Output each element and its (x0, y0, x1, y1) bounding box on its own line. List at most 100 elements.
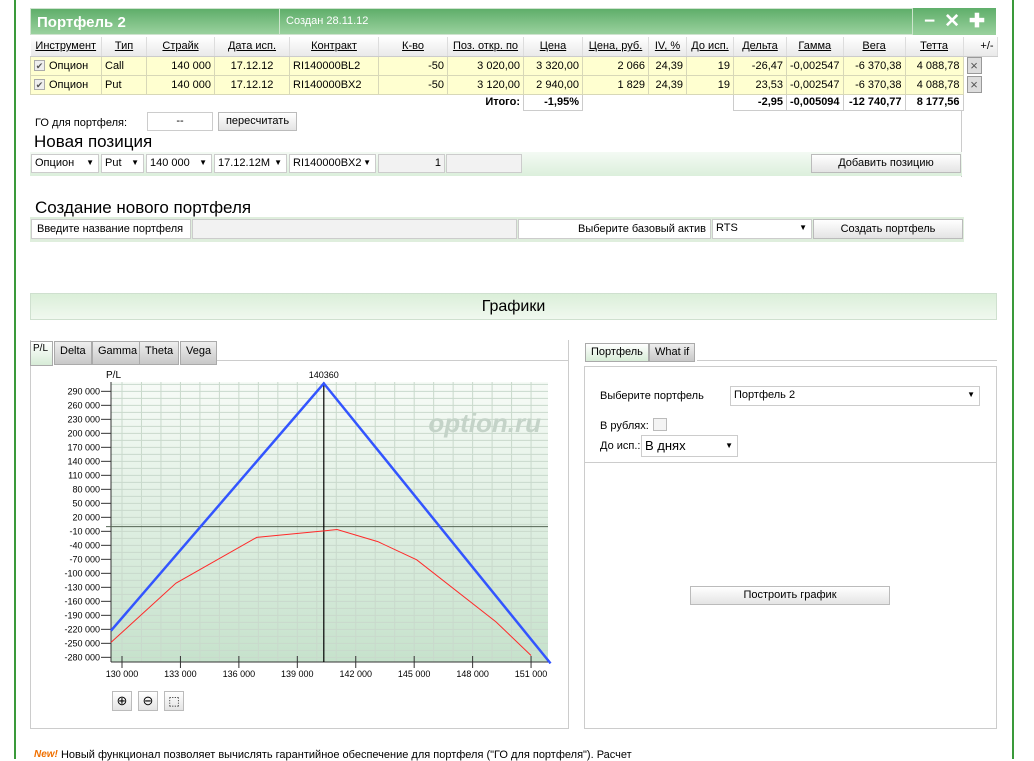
y-tick-label: -70 000 (69, 554, 100, 564)
col-qty[interactable]: К-во (378, 37, 448, 57)
tab-what-if[interactable]: What if (649, 343, 696, 362)
table-header: Инструмент Тип Страйк Дата исп. Контракт… (30, 37, 998, 57)
zoom-reset-icon[interactable]: ⬚ (164, 691, 184, 711)
cell-instrument: Опцион (49, 59, 89, 72)
tab-portfolio[interactable]: Портфель (585, 343, 649, 362)
cell-delta: 23,53 (733, 74, 787, 95)
cell-qty[interactable]: -50 (378, 74, 448, 95)
strike-select[interactable]: 140 000 ▼ (146, 154, 212, 173)
y-tick-label: -220 000 (64, 624, 100, 634)
cell-open[interactable]: 3 120,00 (447, 74, 524, 95)
build-chart-button[interactable]: Построить график (690, 586, 890, 605)
remove-row-icon[interactable]: × (966, 76, 982, 93)
y-tick-label: 200 000 (67, 428, 100, 438)
recalc-button[interactable]: пересчитать (218, 112, 297, 131)
positions-table: Инструмент Тип Страйк Дата исп. Контракт… (30, 37, 998, 111)
portfolio-select[interactable]: Портфель 2 ▼ (730, 386, 980, 406)
portfolio-name-input[interactable] (192, 219, 517, 239)
rub-label: В рублях: (600, 420, 649, 432)
page-border-right (1012, 0, 1014, 759)
y-tick-label: 260 000 (67, 400, 100, 410)
cell-strike: 140 000 (146, 55, 215, 76)
portfolio-name-label: Введите название портфеля (31, 219, 191, 239)
row-checkbox[interactable]: ✔ (34, 59, 45, 71)
rub-checkbox[interactable] (653, 418, 667, 431)
portfolio-created: Создан 28.11.12 (279, 9, 374, 34)
create-portfolio-title: Создание нового портфеля (35, 198, 252, 217)
cell-contract: RI140000BX2 (289, 74, 379, 95)
y-tick-label: 110 000 (68, 470, 100, 480)
create-portfolio-button[interactable]: Создать портфель (813, 219, 963, 239)
total-vega: -12 740,77 (842, 93, 906, 111)
col-vega[interactable]: Вега (843, 37, 906, 57)
y-tick-label: 140 000 (67, 456, 100, 466)
cell-open[interactable]: 3 020,00 (447, 55, 524, 76)
add-icon[interactable]: ✚ (969, 10, 985, 33)
cell-type: Put (101, 74, 147, 95)
zoom-in-icon[interactable]: ⊕ (112, 691, 132, 711)
y-tick-label: 230 000 (67, 414, 100, 424)
col-iv[interactable]: IV, % (648, 37, 687, 57)
cell-date: 17.12.12 (214, 74, 290, 95)
price-input[interactable] (446, 154, 522, 173)
type-select[interactable]: Put ▼ (101, 154, 144, 173)
y-tick-label: 50 000 (72, 498, 100, 508)
y-tick-label: -40 000 (69, 540, 100, 550)
col-instrument[interactable]: Инструмент (30, 37, 102, 57)
total-gamma: -0,005094 (786, 93, 844, 111)
col-gamma[interactable]: Гамма (786, 37, 844, 57)
col-price-rub[interactable]: Цена, руб. (582, 37, 649, 57)
col-price[interactable]: Цена (523, 37, 583, 57)
y-tick-label: -160 000 (64, 596, 100, 606)
exp-label: До исп.: (600, 440, 641, 452)
remove-row-icon[interactable]: × (966, 57, 982, 75)
col-delta[interactable]: Дельта (733, 37, 787, 57)
col-open[interactable]: Поз. откр. по (447, 37, 524, 57)
date-select[interactable]: 17.12.12M ▼ (214, 154, 287, 173)
base-asset-label: Выберите базовый актив (518, 219, 711, 239)
add-position-button[interactable]: Добавить позицию (811, 154, 961, 173)
table-row: ✔ Опцион Put 140 000 17.12.12 RI140000BX2… (30, 74, 998, 95)
go-label: ГО для портфеля: (35, 117, 128, 129)
new-badge: New! (34, 749, 58, 760)
qty-input[interactable]: 1 (378, 154, 445, 173)
zoom-out-icon[interactable]: ⊖ (138, 691, 158, 711)
cell-gamma: -0,002547 (786, 55, 844, 76)
col-strike[interactable]: Страйк (146, 37, 215, 57)
close-icon[interactable]: ✕ (944, 10, 960, 33)
watermark: option.ru (428, 408, 541, 438)
minimize-icon[interactable]: − (924, 11, 935, 33)
exp-select[interactable]: В днях ▼ (641, 435, 738, 457)
cell-contract: RI140000BL2 (289, 55, 379, 76)
marker-label: 140360 (309, 370, 339, 380)
col-theta[interactable]: Тетта (905, 37, 964, 57)
y-tick-label: 290 000 (67, 386, 100, 396)
portfolio-header: Портфель 2 Создан 28.11.12 (30, 8, 962, 35)
y-tick-label: -130 000 (64, 582, 100, 592)
cell-date: 17.12.12 (214, 55, 290, 76)
news-text[interactable]: Новый функционал позволяет вычислять гар… (61, 749, 632, 761)
contract-select[interactable]: RI140000BX2 ▼ (289, 154, 376, 173)
cell-price: 3 320,00 (523, 55, 583, 76)
graphs-header: Графики (30, 293, 997, 320)
new-position-title: Новая позиция (34, 132, 153, 151)
page-border-left (14, 0, 16, 759)
col-days[interactable]: До исп. (686, 37, 734, 57)
cell-vega: -6 370,38 (842, 74, 906, 95)
go-field[interactable]: -- (147, 112, 213, 131)
cell-iv: 24,39 (648, 55, 687, 76)
totals-label: Итого: (485, 96, 520, 109)
row-checkbox[interactable]: ✔ (34, 78, 45, 90)
base-asset-select[interactable]: RTS ▼ (712, 219, 812, 239)
col-contract[interactable]: Контракт (289, 37, 379, 57)
x-tick-label: 130 000 (106, 669, 139, 679)
cell-qty[interactable]: -50 (378, 55, 448, 76)
x-tick-label: 151 000 (515, 669, 548, 679)
instrument-select[interactable]: Опцион ▼ (31, 154, 99, 173)
cell-strike: 140 000 (146, 74, 215, 95)
col-type[interactable]: Тип (101, 37, 147, 57)
cell-price-rub: 2 066 (582, 55, 649, 76)
y-tick-label: -190 000 (64, 610, 100, 620)
col-date[interactable]: Дата исп. (214, 37, 290, 57)
total-price: -1,95% (523, 93, 583, 111)
